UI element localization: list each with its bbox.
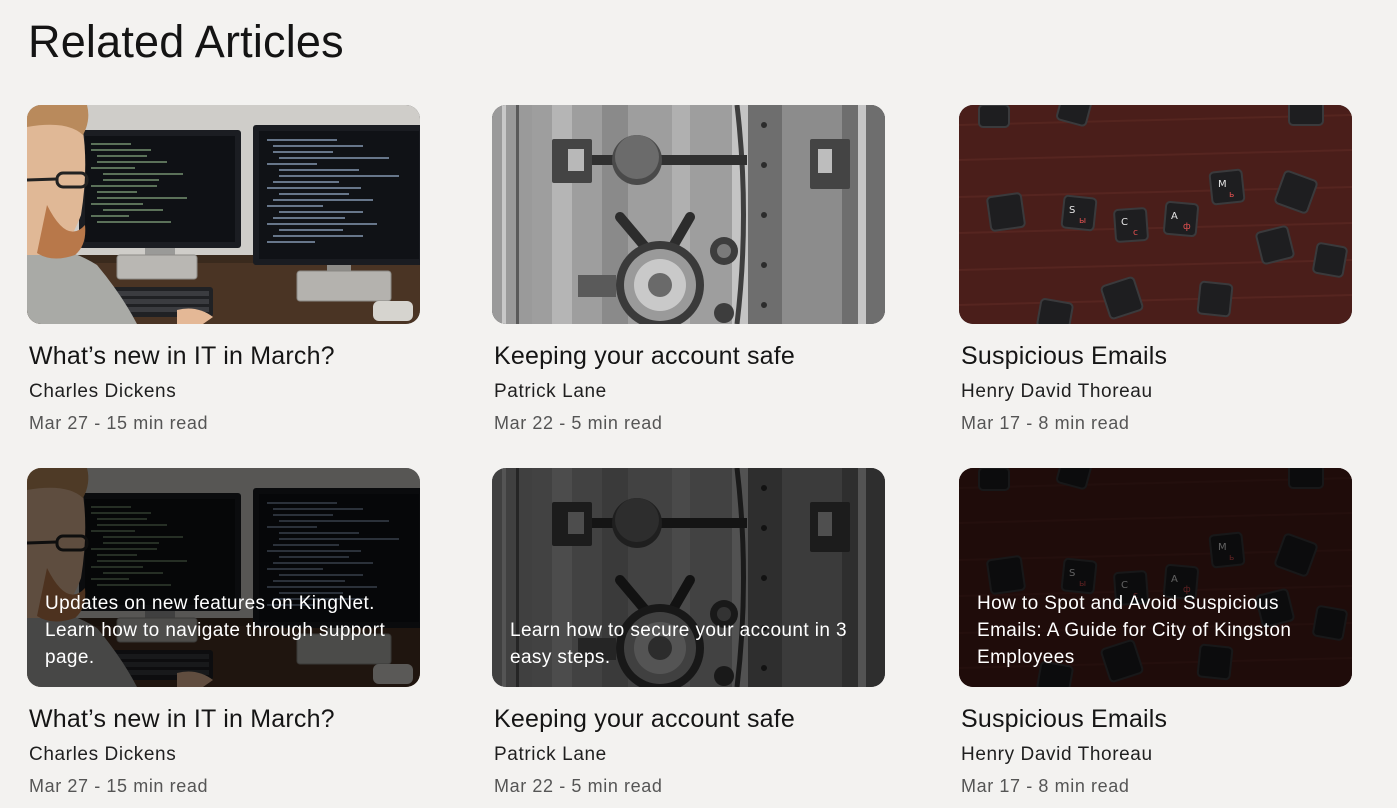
article-title[interactable]: Suspicious Emails: [961, 705, 1352, 734]
article-meta: Mar 17 - 8 min read: [961, 413, 1130, 433]
article-card-hovered[interactable]: Updates on new features on KingNet. Lear…: [27, 468, 420, 808]
article-meta: Mar 27 - 15 min read: [29, 776, 209, 796]
article-summary: Learn how to secure your account in 3 ea…: [510, 620, 847, 668]
article-author: Charles Dickens: [29, 744, 177, 765]
article-title[interactable]: What’s new in IT in March?: [29, 342, 420, 371]
article-thumbnail[interactable]: [959, 105, 1352, 324]
article-author: Charles Dickens: [29, 381, 177, 402]
article-card[interactable]: Suspicious Emails Henry David Thoreau Ma…: [959, 105, 1352, 445]
developer-at-monitors-image: [27, 105, 420, 324]
article-thumbnail[interactable]: Learn how to secure your account in 3 ea…: [492, 468, 885, 687]
article-thumbnail[interactable]: [27, 105, 420, 324]
article-author: Patrick Lane: [494, 744, 607, 765]
article-meta: Mar 17 - 8 min read: [961, 776, 1130, 796]
article-card-hovered[interactable]: Learn how to secure your account in 3 ea…: [492, 468, 885, 808]
article-meta: Mar 27 - 15 min read: [29, 413, 209, 433]
article-card-hovered[interactable]: How to Spot and Avoid Suspicious Emails:…: [959, 468, 1352, 808]
article-title[interactable]: Keeping your account safe: [494, 705, 885, 734]
article-author: Henry David Thoreau: [961, 744, 1153, 765]
article-title[interactable]: Suspicious Emails: [961, 342, 1352, 371]
article-meta: Mar 22 - 5 min read: [494, 776, 663, 796]
article-summary: Updates on new features on KingNet. Lear…: [45, 593, 386, 668]
article-thumbnail[interactable]: How to Spot and Avoid Suspicious Emails:…: [959, 468, 1352, 687]
article-title[interactable]: What’s new in IT in March?: [29, 705, 420, 734]
article-thumbnail[interactable]: Updates on new features on KingNet. Lear…: [27, 468, 420, 687]
page-title: Related Articles: [28, 16, 344, 67]
article-author: Patrick Lane: [494, 381, 607, 402]
article-author: Henry David Thoreau: [961, 381, 1153, 402]
bank-vault-door-image: [492, 105, 885, 324]
article-card[interactable]: What’s new in IT in March? Charles Dicke…: [27, 105, 420, 445]
article-summary: How to Spot and Avoid Suspicious Emails:…: [977, 593, 1292, 668]
article-card[interactable]: Keeping your account safe Patrick Lane M…: [492, 105, 885, 445]
scattered-keyboard-keys-image: [959, 105, 1352, 324]
article-title[interactable]: Keeping your account safe: [494, 342, 885, 371]
article-meta: Mar 22 - 5 min read: [494, 413, 663, 433]
article-thumbnail[interactable]: [492, 105, 885, 324]
